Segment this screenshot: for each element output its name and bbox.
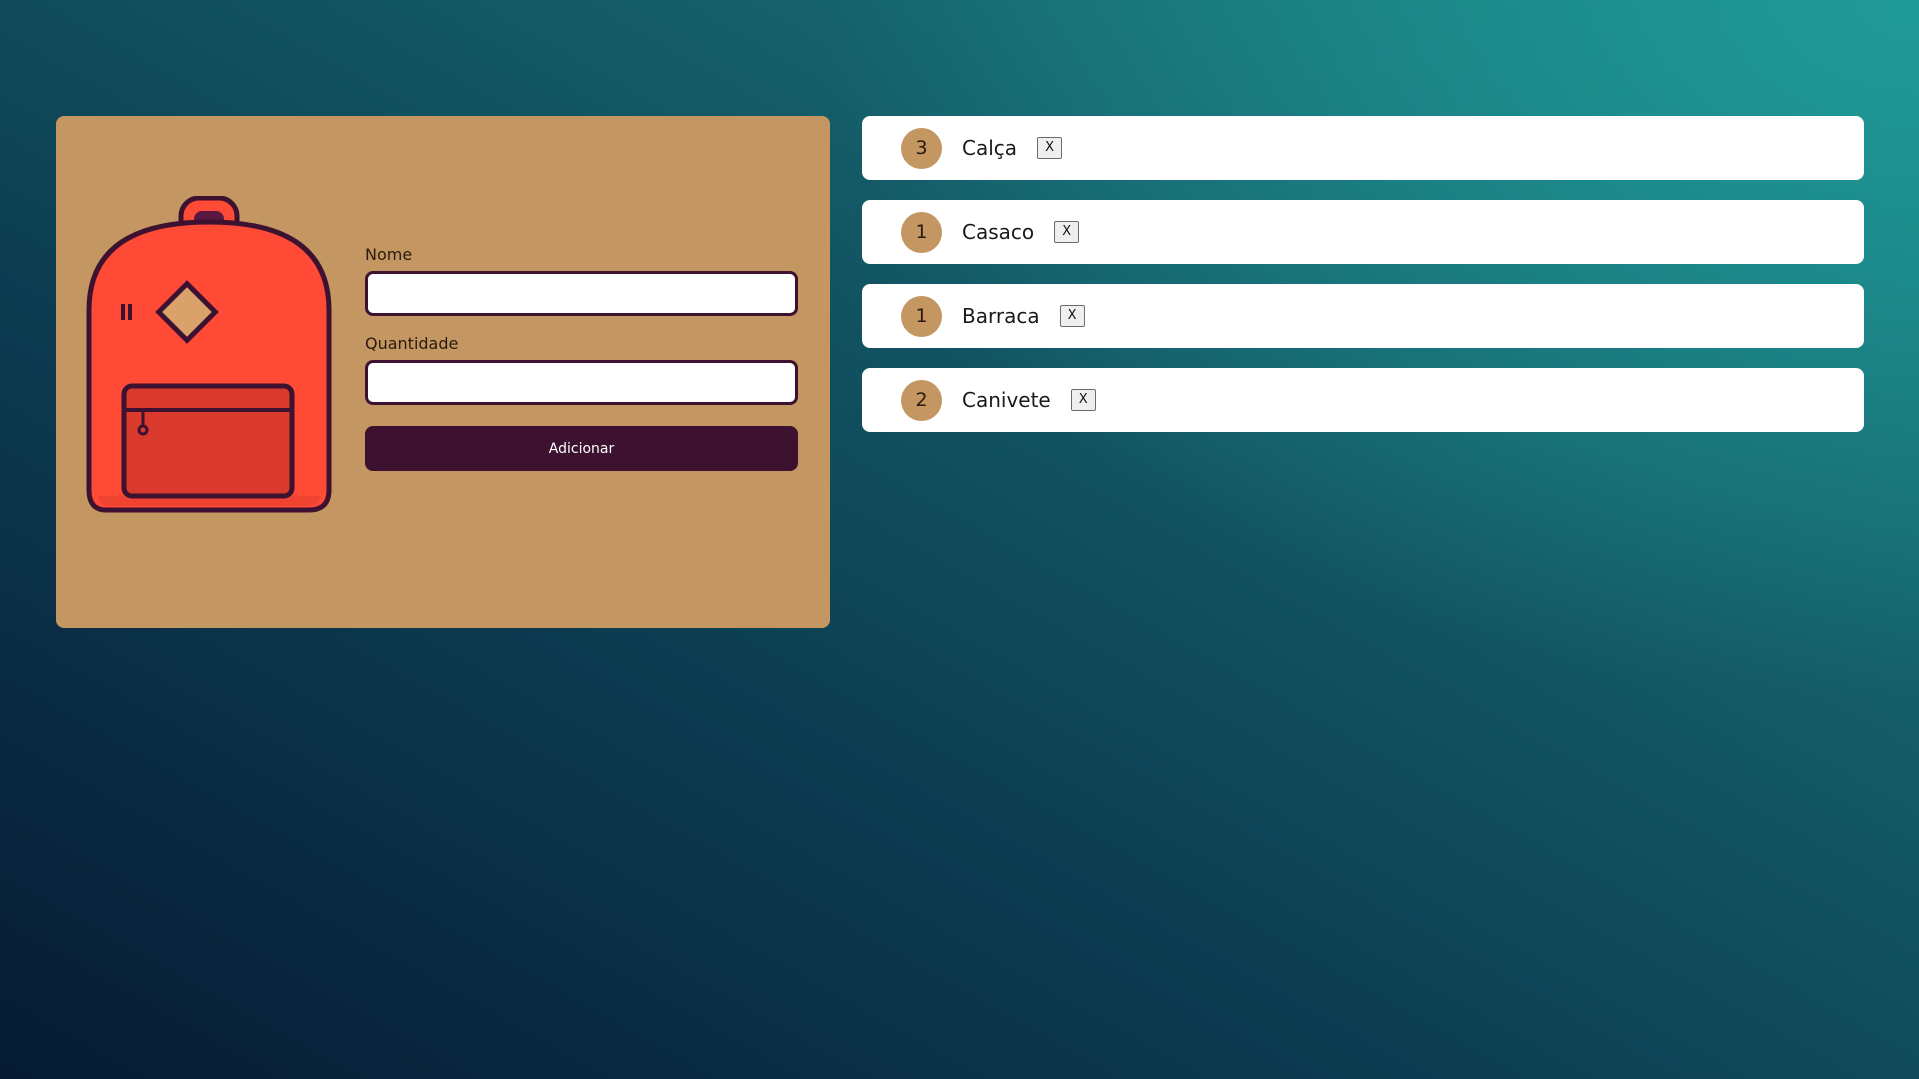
name-input[interactable]: [365, 271, 798, 316]
quantity-badge: 2: [901, 379, 942, 421]
remove-button[interactable]: X: [1054, 221, 1080, 243]
name-label: Nome: [365, 245, 413, 264]
add-item-form: Nome Quantidade Adicionar: [365, 246, 798, 471]
quantity-input[interactable]: [365, 360, 798, 405]
item-name: Calça: [962, 136, 1018, 160]
list-item: 2 Canivete X: [862, 368, 1864, 432]
remove-button[interactable]: X: [1070, 389, 1096, 411]
list-item: 3 Calça X: [862, 116, 1864, 180]
item-name: Canivete: [962, 388, 1051, 412]
item-name: Casaco: [962, 220, 1035, 244]
items-list: 3 Calça X 1 Casaco X 1 Barraca X 2 Caniv…: [862, 116, 1864, 452]
list-item: 1 Casaco X: [862, 200, 1864, 264]
quantity-label: Quantidade: [365, 334, 459, 353]
add-button[interactable]: Adicionar: [365, 426, 798, 471]
quantity-badge: 1: [901, 295, 942, 337]
backpack-icon: [86, 196, 332, 513]
item-name: Barraca: [962, 304, 1040, 328]
add-item-card: Nome Quantidade Adicionar: [56, 116, 830, 628]
remove-button[interactable]: X: [1037, 137, 1063, 159]
list-item: 1 Barraca X: [862, 284, 1864, 348]
remove-button[interactable]: X: [1059, 305, 1085, 327]
quantity-badge: 1: [901, 211, 942, 253]
quantity-badge: 3: [901, 127, 942, 169]
